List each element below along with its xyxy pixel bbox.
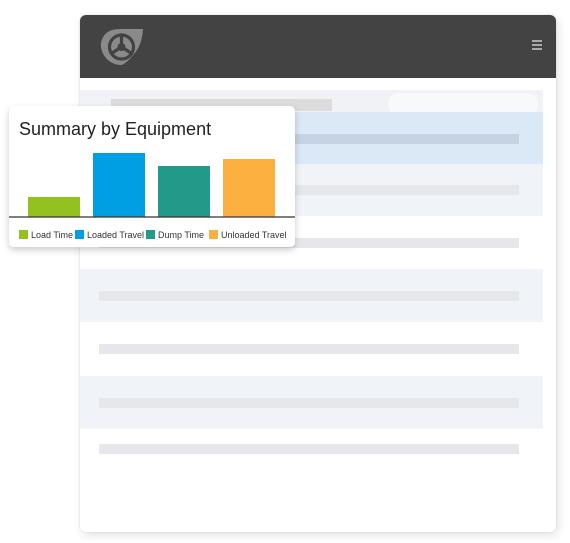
row-placeholder-bar — [99, 444, 519, 454]
steering-wheel-logo-icon[interactable] — [99, 27, 145, 67]
legend-swatch — [19, 230, 28, 239]
legend-label: Unloaded Travel — [221, 230, 287, 240]
chart-card: Summary by Equipment Load Time Loaded Tra… — [9, 106, 295, 247]
chart-title: Summary by Equipment — [19, 119, 211, 139]
chart-legend: Load Time Loaded Travel Dump Time Unloaded … — [19, 230, 287, 240]
row-placeholder-bar — [99, 397, 519, 408]
app-window — [80, 15, 556, 532]
bar-loaded-travel[interactable] — [93, 153, 145, 217]
table-row[interactable] — [80, 429, 543, 469]
legend-label: Loaded Travel — [87, 230, 144, 240]
legend-swatch — [209, 230, 218, 239]
bar-dump-time[interactable] — [158, 166, 210, 217]
table-row[interactable] — [80, 322, 543, 376]
row-placeholder-bar — [99, 290, 519, 301]
legend-label: Load Time — [31, 230, 73, 240]
table-row[interactable] — [80, 269, 543, 322]
bar-unloaded-travel[interactable] — [223, 159, 275, 217]
row-placeholder-bar — [99, 344, 519, 354]
bar-load-time[interactable] — [28, 197, 80, 217]
legend-swatch — [75, 230, 84, 239]
table-row[interactable] — [80, 376, 543, 429]
legend-label: Dump Time — [158, 230, 204, 240]
hamburger-menu-icon[interactable] — [532, 40, 542, 52]
top-bar — [80, 15, 556, 78]
legend-swatch — [146, 230, 155, 239]
